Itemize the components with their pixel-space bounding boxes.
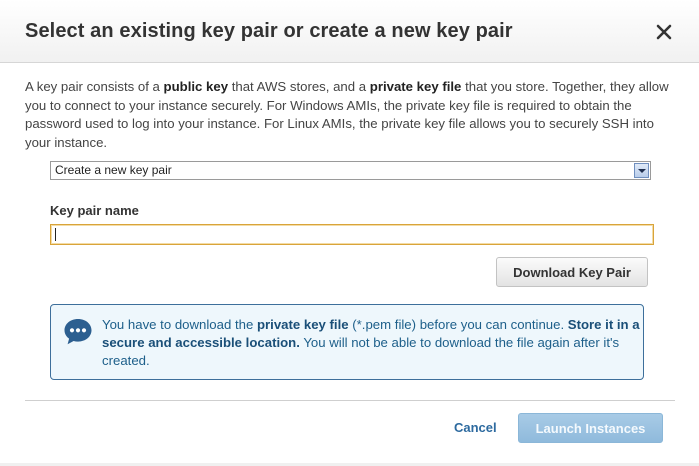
info-text: (*.pem file) before you can continue. [348,317,568,332]
info-alert: You have to download the private key fil… [50,304,644,380]
dialog-title: Select an existing key pair or create a … [25,20,513,42]
key-pair-description: A key pair consists of a public key that… [25,78,675,153]
chevron-down-icon[interactable] [634,163,649,178]
download-key-pair-button[interactable]: Download Key Pair [496,257,648,287]
description-text: A key pair consists of a [25,79,164,94]
speech-bubble-icon [64,319,92,345]
info-bold-private-key: private key file [256,317,349,332]
cancel-link[interactable]: Cancel [454,420,497,435]
description-bold-private-key: private key file [369,79,462,94]
launch-instances-button[interactable]: Launch Instances [518,413,663,443]
description-text: that AWS stores, and a [228,79,370,94]
dialog-header: Select an existing key pair or create a … [0,0,699,63]
key-pair-name-label: Key pair name [50,203,139,218]
info-message: You have to download the private key fil… [102,316,642,370]
key-pair-select[interactable]: Create a new key pair [50,161,651,180]
footer-divider [25,400,675,401]
description-bold-public-key: public key [163,79,229,94]
text-caret [55,228,56,241]
key-pair-select-value: Create a new key pair [55,163,172,177]
key-pair-name-input[interactable] [50,224,654,245]
info-text: You have to download the [102,317,257,332]
close-icon [656,24,672,40]
close-button[interactable] [652,20,676,44]
